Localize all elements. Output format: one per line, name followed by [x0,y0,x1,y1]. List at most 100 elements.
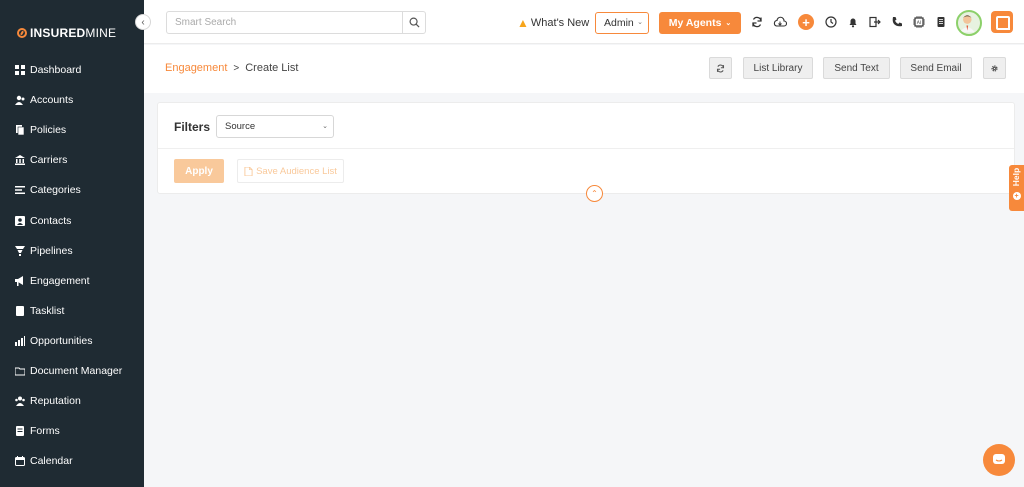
sidebar-item-label: Dashboard [30,64,82,77]
sidebar-item-label: Forms [30,425,60,438]
accounts-icon [14,95,25,106]
admin-select[interactable]: Admin ⌄ [595,12,649,34]
sidebar-item-carriers[interactable]: Carriers [0,145,144,175]
filters-card: Filters Source ⌄ Apply Save Audience Lis… [157,102,1015,202]
source-select[interactable]: Source ⌄ [216,115,334,138]
brand-mark-icon [17,28,27,38]
sidebar-item-calendar[interactable]: Calendar [0,446,144,476]
apply-button[interactable]: Apply [174,159,224,183]
send-text-button[interactable]: Send Text [823,57,890,79]
filters-label: Filters [174,120,211,134]
chevron-left-icon: ‹ [141,16,145,28]
dashboard-icon [14,65,25,76]
chevron-down-icon: ⌄ [725,20,732,27]
reputation-icon [14,396,25,407]
chat-icon [993,454,1005,464]
carriers-icon [14,155,25,166]
brand-name-bold: INSURED [30,26,86,40]
search-button[interactable] [402,12,425,33]
sidebar: INSURED MINE Dashboard Accounts Policies… [0,0,144,487]
my-agents-button[interactable]: My Agents ⌄ [659,12,741,34]
sidebar-item-contacts[interactable]: Contacts [0,205,144,235]
sidebar-collapse-button[interactable]: ‹ [135,14,151,30]
brand-app-icon[interactable] [991,11,1013,33]
sidebar-item-label: Calendar [30,455,73,468]
phone-icon[interactable] [890,15,904,29]
sidebar-item-dashboard[interactable]: Dashboard [0,55,144,85]
sidebar-item-label: Categories [30,184,81,197]
breadcrumb-engagement-link[interactable]: Engagement [165,62,227,74]
svg-text:AI: AI [917,20,921,26]
collapse-filters-button[interactable]: ⌃​ [586,185,603,202]
forms-icon [14,426,25,437]
brand-name-light: MINE [85,26,117,40]
chevron-down-icon: ⌄ [637,19,643,26]
refresh-button[interactable] [709,57,732,79]
sidebar-item-label: Tasklist [30,304,65,317]
sidebar-item-label: Opportunities [30,334,93,347]
opportunities-icon [14,335,25,346]
chevron-down-icon: ⌄ [322,123,328,130]
list-library-button[interactable]: List Library [743,57,813,79]
logout-icon[interactable] [868,15,882,29]
sidebar-item-label: Policies [30,124,67,137]
sidebar-item-pipelines[interactable]: Pipelines [0,236,144,266]
breadcrumb-separator: > [233,62,240,74]
sidebar-item-reputation[interactable]: Reputation [0,386,144,416]
refresh-icon[interactable] [750,15,764,29]
top-bar: ▲ What's New Admin ⌄ My Agents ⌄ + AI [144,0,1024,44]
user-avatar[interactable] [956,10,982,36]
policies-icon [14,125,25,136]
tasklist-icon [14,305,25,316]
cloud-icon[interactable] [772,15,788,29]
contacts-icon [14,215,25,226]
bell-icon[interactable] [846,15,860,29]
save-audience-list-label: Save Audience List [256,165,337,177]
sidebar-item-label: Reputation [30,395,81,408]
chat-launcher-button[interactable] [983,444,1015,476]
help-label: Help [1011,167,1022,187]
ai-chip-icon[interactable]: AI [912,15,926,29]
sidebar-item-label: Engagement [30,274,90,287]
gear-icon [991,64,998,72]
plus-icon[interactable]: + [798,14,814,30]
sidebar-item-tasklist[interactable]: Tasklist [0,296,144,326]
page-title: Create List [245,62,299,74]
sidebar-nav: Dashboard Accounts Policies Carriers Cat… [0,55,144,476]
document-icon[interactable] [934,15,948,29]
help-tab[interactable]: Help + [1009,165,1024,211]
sidebar-item-categories[interactable]: Categories [0,175,144,205]
smart-search [166,11,426,34]
sidebar-item-forms[interactable]: Forms [0,416,144,446]
settings-button[interactable] [983,57,1006,79]
flame-icon: ▲ [517,16,529,30]
sidebar-item-policies[interactable]: Policies [0,115,144,145]
folder-icon [14,365,25,376]
help-plus-icon: + [1012,192,1021,200]
my-agents-label: My Agents [668,17,722,29]
refresh-icon [716,64,725,72]
sidebar-item-accounts[interactable]: Accounts [0,85,144,115]
sidebar-item-label: Contacts [30,214,72,227]
sidebar-item-document-manager[interactable]: Document Manager [0,356,144,386]
engagement-icon [14,275,25,286]
search-icon [409,17,420,28]
calendar-icon [14,456,25,467]
sidebar-item-engagement[interactable]: Engagement [0,266,144,296]
avatar-icon [959,15,975,33]
sidebar-item-label: Accounts [30,94,74,107]
save-audience-list-button[interactable]: Save Audience List [237,159,344,183]
whats-new-link[interactable]: ▲ What's New [517,16,589,30]
sidebar-item-label: Document Manager [30,364,123,377]
save-file-icon [244,166,253,176]
pipelines-icon [14,245,25,256]
sidebar-item-opportunities[interactable]: Opportunities [0,326,144,356]
divider [158,148,1014,149]
clock-icon[interactable] [824,15,838,29]
send-email-button[interactable]: Send Email [900,57,972,79]
whats-new-label: What's New [530,17,590,29]
categories-icon [14,185,25,196]
brand-logo[interactable]: INSURED MINE [17,26,116,40]
search-input[interactable] [167,12,397,33]
double-chevron-up-icon: ⌃​ [591,188,598,198]
